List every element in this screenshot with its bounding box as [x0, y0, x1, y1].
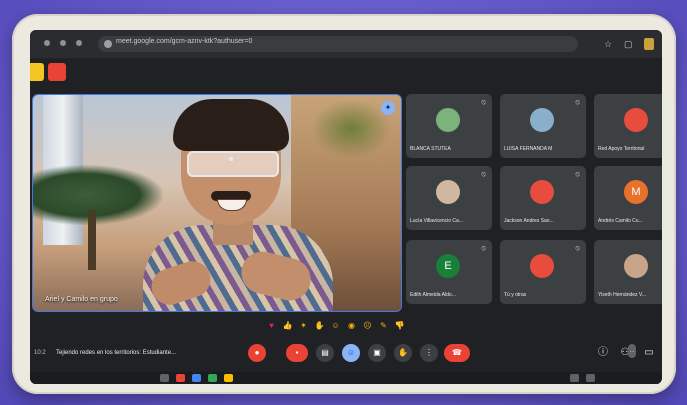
people-icon[interactable]: ⚇...: [618, 344, 637, 360]
laugh-icon[interactable]: ☺: [330, 320, 341, 331]
avatar: [624, 254, 648, 278]
participant-count-badge: ...: [628, 344, 637, 358]
surprised-icon[interactable]: ◉: [346, 320, 357, 331]
avatar: [530, 108, 554, 132]
more-options-button[interactable]: ⋮: [420, 344, 438, 362]
thumbs-down-icon[interactable]: 👎: [394, 320, 405, 331]
avatar: [530, 180, 554, 204]
speaking-indicator-icon: ✦: [381, 101, 395, 115]
participant-tile[interactable]: ⦸ Tú y otras: [500, 240, 586, 304]
present-button[interactable]: ▣: [368, 344, 386, 362]
star-icon[interactable]: ☆: [604, 38, 612, 50]
meet-top-row: [30, 58, 662, 88]
thumbs-up-icon[interactable]: 👍: [282, 320, 293, 331]
main-speaker-tile[interactable]: ✦ Ariel y Camilo en grupo: [32, 94, 402, 312]
participant-name: LUISA FERNANDA M: [504, 146, 553, 152]
participant-name: Yiseth Hernández V...: [598, 292, 646, 298]
participant-tile[interactable]: ⦸ LUISA FERNANDA M: [500, 94, 586, 158]
camera-off-button[interactable]: ▪: [286, 344, 308, 362]
mic-muted-icon: ⦸: [481, 99, 486, 106]
speaker-name-label: Ariel y Camilo en grupo: [45, 296, 118, 303]
mic-muted-icon: ⦸: [575, 99, 580, 106]
participant-name: Jackson Andres Sao...: [504, 218, 554, 224]
back-icon[interactable]: [44, 40, 50, 46]
participant-tile[interactable]: ⦸Red Apoyo Territorial: [594, 94, 662, 158]
heart-icon[interactable]: ♥: [266, 320, 277, 331]
taskbar-app-icon[interactable]: [192, 374, 201, 382]
end-call-button[interactable]: ☎: [444, 344, 470, 362]
avatar: [530, 254, 554, 278]
participant-name: Red Apoyo Territorial: [598, 146, 645, 152]
participant-tile[interactable]: ⦸ Lucía Villavicencio Ca...: [406, 166, 492, 230]
mic-muted-icon: ⦸: [481, 245, 486, 252]
chat-icon[interactable]: ▭: [642, 346, 656, 360]
captions-button[interactable]: ▤: [316, 344, 334, 362]
url-text: meet.google.com/gcm-aznv-ktk?authuser=0: [116, 38, 253, 45]
speaker-glasses: [187, 151, 279, 177]
taskbar-app-icon[interactable]: [176, 374, 185, 382]
raise-hand-button[interactable]: ✋: [394, 344, 412, 362]
info-icon[interactable]: ⓘ: [596, 346, 610, 360]
avatar: E: [436, 254, 460, 278]
clap-icon[interactable]: ✋: [314, 320, 325, 331]
meet-window: meet.google.com/gcm-aznv-ktk?authuser=0 …: [30, 30, 662, 384]
reload-icon[interactable]: [76, 40, 82, 46]
participant-name: BLANCA STUTEA: [410, 146, 451, 152]
thinking-icon[interactable]: ✎: [378, 320, 389, 331]
avatar: [624, 108, 648, 132]
participant-name: Tú y otras: [504, 292, 527, 298]
participant-name: Edith Almeida Aldo...: [410, 292, 456, 298]
taskbar-app-icon[interactable]: [208, 374, 217, 382]
mic-muted-icon: ⦸: [481, 171, 486, 178]
participant-tile[interactable]: ⦸ E Edith Almeida Aldo...: [406, 240, 492, 304]
taskbar-tray-icon[interactable]: [586, 374, 595, 382]
participant-tile[interactable]: ⦸ Jackson Andres Sao...: [500, 166, 586, 230]
sad-icon[interactable]: ☹: [362, 320, 373, 331]
background-leaves: [311, 99, 391, 159]
participant-tile[interactable]: ⦸Yiseth Hernández V...: [594, 240, 662, 304]
app-logo-icon[interactable]: [30, 63, 44, 81]
record-icon[interactable]: [48, 63, 66, 81]
forward-icon[interactable]: [60, 40, 66, 46]
glasses-bridge: [229, 157, 233, 161]
taskbar-app-icon[interactable]: [224, 374, 233, 382]
participant-name: Andrés Camilo Cu...: [598, 218, 643, 224]
mic-muted-icon: ⦸: [575, 171, 580, 178]
lock-icon: [104, 40, 112, 48]
taskbar-tray-icon[interactable]: [570, 374, 579, 382]
meeting-time: 10:2: [34, 350, 46, 356]
window-icon[interactable]: ▢: [624, 38, 633, 50]
meeting-title: Tejiendo redes en los territorios: Estud…: [56, 350, 177, 356]
background-tree: [33, 165, 163, 225]
background-tree-trunk: [88, 210, 96, 270]
browser-toolbar: meet.google.com/gcm-aznv-ktk?authuser=0 …: [30, 30, 662, 58]
participant-tile[interactable]: ⦸ BLANCA STUTEA: [406, 94, 492, 158]
address-bar[interactable]: meet.google.com/gcm-aznv-ktk?authuser=0: [98, 36, 578, 52]
avatar: [436, 180, 460, 204]
taskbar-app-icon[interactable]: [160, 374, 169, 382]
avatar: M: [624, 180, 648, 204]
emoji-button[interactable]: ☺: [342, 344, 360, 362]
puzzle-icon[interactable]: [644, 38, 654, 50]
mic-muted-icon: ⦸: [575, 245, 580, 252]
taskbar: [30, 372, 662, 384]
speaker-hair: [173, 99, 289, 151]
avatar: [436, 108, 460, 132]
participant-tile[interactable]: ⦸MAndrés Camilo Cu...: [594, 166, 662, 230]
participant-name: Lucía Villavicencio Ca...: [410, 218, 463, 224]
party-icon[interactable]: ✶: [298, 320, 309, 331]
mic-off-button[interactable]: ●: [248, 344, 266, 362]
